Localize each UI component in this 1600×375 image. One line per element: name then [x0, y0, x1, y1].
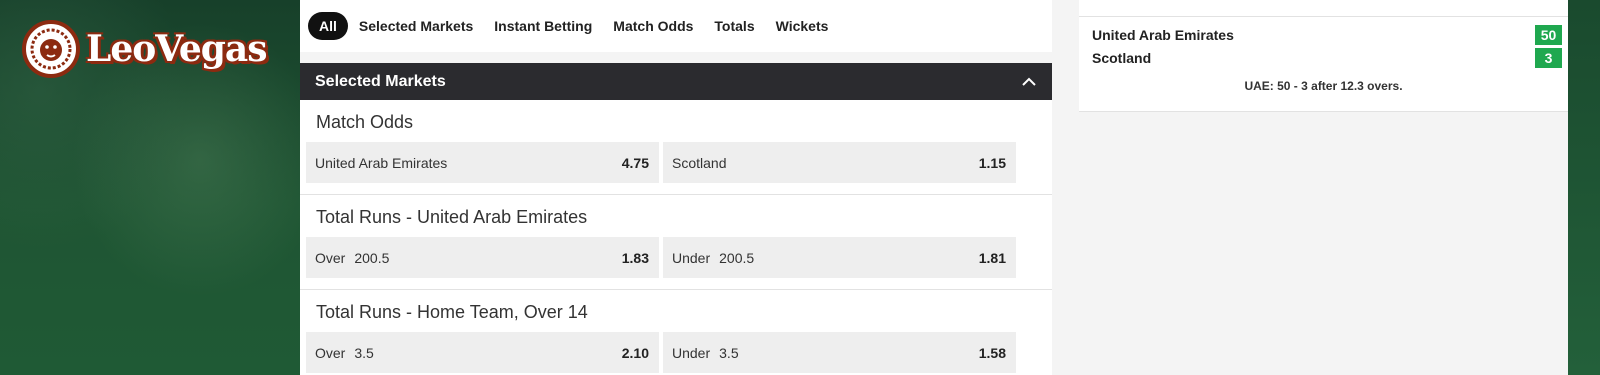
live-score-card: United Arab Emirates 50 Scotland 3 UAE: …	[1079, 16, 1568, 112]
background-stadium-right	[1568, 0, 1600, 375]
market-total-runs-home-over-14: Total Runs - Home Team, Over 14 Over 3.5 …	[300, 290, 1052, 375]
outcome-label: Scotland	[672, 154, 727, 171]
outcome-button[interactable]: Scotland 1.15	[663, 142, 1016, 183]
match-status: UAE: 50 - 3 after 12.3 overs.	[1244, 79, 1403, 93]
team-score: 50	[1535, 25, 1562, 45]
tab-totals[interactable]: Totals	[714, 18, 754, 34]
brand-name: LeoVegas	[86, 28, 268, 70]
outcome-line: 3.5	[719, 344, 739, 361]
outcome-odds: 4.75	[621, 154, 649, 171]
outcome-button[interactable]: Under 3.5 1.58	[663, 332, 1016, 373]
tab-all[interactable]: All	[308, 12, 348, 40]
outcome-odds: 1.15	[978, 154, 1006, 171]
market-title: Match Odds	[316, 112, 414, 132]
team-row: United Arab Emirates 50	[1092, 25, 1562, 45]
outcome-odds: 1.83	[621, 249, 649, 266]
panel-top-strip	[1079, 0, 1568, 16]
outcome-button[interactable]: Over 200.5 1.83	[306, 237, 659, 278]
outcome-line: 200.5	[354, 249, 390, 266]
markets-column: All Selected Markets Instant Betting Mat…	[300, 0, 1052, 375]
outcome-odds: 1.81	[978, 249, 1006, 266]
outcome-label: Over	[315, 249, 346, 266]
outcome-label: Over	[315, 344, 346, 361]
tab-wickets[interactable]: Wickets	[776, 18, 829, 34]
tab-instant-betting[interactable]: Instant Betting	[494, 18, 592, 34]
outcome-line: 3.5	[354, 344, 374, 361]
outcome-label: United Arab Emirates	[315, 154, 448, 171]
outcome-line: 200.5	[719, 249, 755, 266]
outcome-odds: 1.58	[978, 344, 1006, 361]
chevron-up-icon[interactable]	[1022, 75, 1036, 89]
outcome-label: Under	[672, 249, 711, 266]
market-filter-tabs: All Selected Markets Instant Betting Mat…	[300, 0, 1052, 52]
section-title: Selected Markets	[315, 72, 446, 90]
outcome-label: Under	[672, 344, 711, 361]
lion-icon	[22, 20, 80, 78]
selected-markets-header[interactable]: Selected Markets	[300, 63, 1052, 100]
scoreboard-panel: United Arab Emirates 50 Scotland 3 UAE: …	[1079, 0, 1568, 375]
outcome-button[interactable]: Over 3.5 2.10	[306, 332, 659, 373]
tab-match-odds[interactable]: Match Odds	[613, 18, 693, 34]
market-title: Total Runs - Home Team, Over 14	[316, 302, 588, 322]
outcome-button[interactable]: Under 200.5 1.81	[663, 237, 1016, 278]
team-score: 3	[1535, 48, 1562, 68]
market-match-odds: Match Odds United Arab Emirates 4.75 Sco…	[300, 100, 1052, 195]
team-name: United Arab Emirates	[1092, 27, 1234, 43]
team-name: Scotland	[1092, 50, 1152, 66]
market-title: Total Runs - United Arab Emirates	[316, 207, 588, 227]
team-row: Scotland 3	[1092, 48, 1562, 68]
market-total-runs-uae: Total Runs - United Arab Emirates Over 20…	[300, 195, 1052, 290]
outcome-odds: 2.10	[621, 344, 649, 361]
tab-selected-markets[interactable]: Selected Markets	[359, 18, 473, 34]
outcome-button[interactable]: United Arab Emirates 4.75	[306, 142, 659, 183]
leovegas-logo[interactable]: LeoVegas	[22, 18, 282, 80]
